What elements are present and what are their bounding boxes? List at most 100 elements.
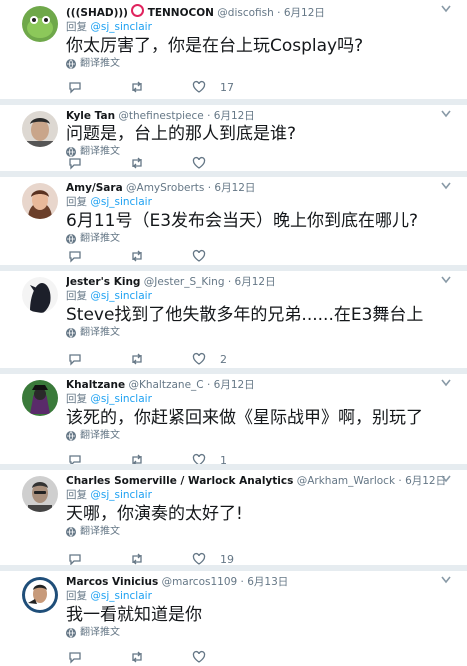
translate-label[interactable]: 翻译推文 xyxy=(80,525,120,539)
chevron-down-icon[interactable] xyxy=(441,576,451,584)
reply-to-link[interactable]: @sj_sinclair xyxy=(90,21,152,33)
translate-label[interactable]: 翻译推文 xyxy=(80,232,120,246)
translate-label[interactable]: 翻译推文 xyxy=(80,57,120,71)
translate-label[interactable]: 翻译推文 xyxy=(80,626,120,640)
separator-dot: · xyxy=(207,110,211,122)
reply-to-link[interactable]: @sj_sinclair xyxy=(90,393,152,405)
reply-button[interactable] xyxy=(68,649,96,665)
reply-icon xyxy=(69,652,81,664)
retweet-icon xyxy=(132,353,142,365)
retweet-icon xyxy=(132,81,142,93)
reply-prefix: 回复 xyxy=(66,290,87,302)
retweet-button[interactable] xyxy=(130,351,158,367)
translate-tweet[interactable]: 翻译推文 xyxy=(66,429,459,443)
separator-dot: · xyxy=(227,276,232,288)
avatar[interactable] xyxy=(22,6,58,42)
avatar[interactable] xyxy=(22,111,58,147)
tweet-card[interactable]: Charles Somerville / Warlock Analytics @… xyxy=(0,470,467,566)
reply-button[interactable] xyxy=(68,155,96,171)
reply-to-link[interactable]: @sj_sinclair xyxy=(90,489,152,501)
reply-context: 回复 @sj_sinclair xyxy=(66,589,459,604)
reply-prefix: 回复 xyxy=(66,21,87,33)
tweet-date[interactable]: 6月12日 xyxy=(405,475,446,487)
tweet-card[interactable]: (((SHAD))) TENNOCON @discofish · 6月12日 回… xyxy=(0,0,467,99)
tweet-date[interactable]: 6月12日 xyxy=(214,182,255,194)
reply-to-link[interactable]: @sj_sinclair xyxy=(90,290,152,302)
reply-context: 回复 @sj_sinclair xyxy=(66,195,459,210)
tweet-actions: 17 xyxy=(66,79,366,95)
avatar[interactable] xyxy=(22,277,58,313)
reply-button[interactable] xyxy=(68,79,96,95)
display-name[interactable]: Khaltzane xyxy=(66,379,125,391)
tweet-date[interactable]: 6月12日 xyxy=(284,7,325,19)
globe-icon xyxy=(66,59,76,69)
translate-label[interactable]: 翻译推文 xyxy=(80,429,120,443)
user-handle[interactable]: @marcos1109 xyxy=(162,576,238,588)
chevron-down-icon[interactable] xyxy=(441,379,451,387)
tweet-date[interactable]: 6月13日 xyxy=(247,576,288,588)
reply-icon xyxy=(69,82,81,94)
user-handle[interactable]: @Arkham_Warlock xyxy=(297,475,395,487)
reply-button[interactable] xyxy=(68,248,96,264)
like-button[interactable] xyxy=(192,155,220,171)
reply-to-link[interactable]: @sj_sinclair xyxy=(90,590,152,602)
like-button[interactable] xyxy=(192,649,220,665)
retweet-icon xyxy=(132,651,142,663)
user-handle[interactable]: @Jester_S_King xyxy=(144,276,225,288)
heart-icon xyxy=(192,552,206,565)
tweet-card[interactable]: Marcos Vinicius @marcos1109 · 6月13日 回复 @… xyxy=(0,571,467,666)
user-handle[interactable]: @discofish xyxy=(217,7,274,19)
reply-context: 回复 @sj_sinclair xyxy=(66,289,459,304)
display-name-suffix[interactable]: TENNOCON xyxy=(148,7,214,19)
display-name[interactable]: Marcos Vinicius xyxy=(66,576,158,588)
tweet-card[interactable]: Kyle Tan @thefinestpiece · 6月12日 问题是，台上的… xyxy=(0,105,467,171)
avatar[interactable] xyxy=(22,476,58,512)
ring-icon xyxy=(131,4,145,17)
retweet-icon xyxy=(132,157,142,169)
retweet-button[interactable] xyxy=(130,155,158,171)
retweet-button[interactable] xyxy=(130,248,158,264)
translate-tweet[interactable]: 翻译推文 xyxy=(66,626,459,640)
chevron-down-icon[interactable] xyxy=(441,182,451,190)
heart-icon xyxy=(192,249,206,262)
like-button[interactable] xyxy=(192,248,220,264)
chevron-down-icon[interactable] xyxy=(441,276,451,284)
display-name[interactable]: Charles Somerville / Warlock Analytics xyxy=(66,475,293,487)
tweet-card[interactable]: Amy/Sara @AmySroberts · 6月12日 回复 @sj_sin… xyxy=(0,177,467,265)
tweet-text: 6月11号（E3发布会当天）晚上你到底在哪儿? xyxy=(66,211,419,231)
reply-prefix: 回复 xyxy=(66,196,87,208)
avatar[interactable] xyxy=(22,380,58,416)
display-name[interactable]: Jester's King xyxy=(66,276,140,288)
separator-dot: · xyxy=(207,182,212,194)
reply-button[interactable] xyxy=(68,351,96,367)
avatar[interactable] xyxy=(22,577,58,613)
chevron-down-icon[interactable] xyxy=(441,110,451,118)
like-button[interactable]: 17 xyxy=(192,79,234,95)
reply-prefix: 回复 xyxy=(66,489,87,501)
translate-tweet[interactable]: 翻译推文 xyxy=(66,232,459,246)
chevron-down-icon[interactable] xyxy=(441,475,451,483)
tweet-card[interactable]: Jester's King @Jester_S_King · 6月12日 回复 … xyxy=(0,271,467,368)
display-name[interactable]: (((SHAD))) xyxy=(66,7,128,19)
display-name[interactable]: Kyle Tan xyxy=(66,110,115,122)
reply-to-link[interactable]: @sj_sinclair xyxy=(90,196,152,208)
avatar[interactable] xyxy=(22,183,58,219)
translate-tweet[interactable]: 翻译推文 xyxy=(66,525,459,539)
separator-dot: · xyxy=(398,475,402,487)
tweet-date[interactable]: 6月12日 xyxy=(214,110,255,122)
translate-label[interactable]: 翻译推文 xyxy=(80,326,120,340)
user-handle[interactable]: @AmySroberts xyxy=(126,182,204,194)
user-handle[interactable]: @thefinestpiece xyxy=(118,110,203,122)
chevron-down-icon[interactable] xyxy=(441,5,451,13)
translate-tweet[interactable]: 翻译推文 xyxy=(66,57,459,71)
reply-icon xyxy=(69,251,81,263)
display-name[interactable]: Amy/Sara xyxy=(66,182,123,194)
tweet-date[interactable]: 6月12日 xyxy=(235,276,276,288)
retweet-button[interactable] xyxy=(130,649,158,665)
translate-tweet[interactable]: 翻译推文 xyxy=(66,326,459,340)
user-handle[interactable]: @Khaltzane_C xyxy=(128,379,203,391)
tweet-card[interactable]: Khaltzane @Khaltzane_C · 6月12日 回复 @sj_si… xyxy=(0,374,467,467)
like-button[interactable]: 2 xyxy=(192,351,227,367)
tweet-date[interactable]: 6月12日 xyxy=(214,379,255,391)
retweet-button[interactable] xyxy=(130,79,158,95)
